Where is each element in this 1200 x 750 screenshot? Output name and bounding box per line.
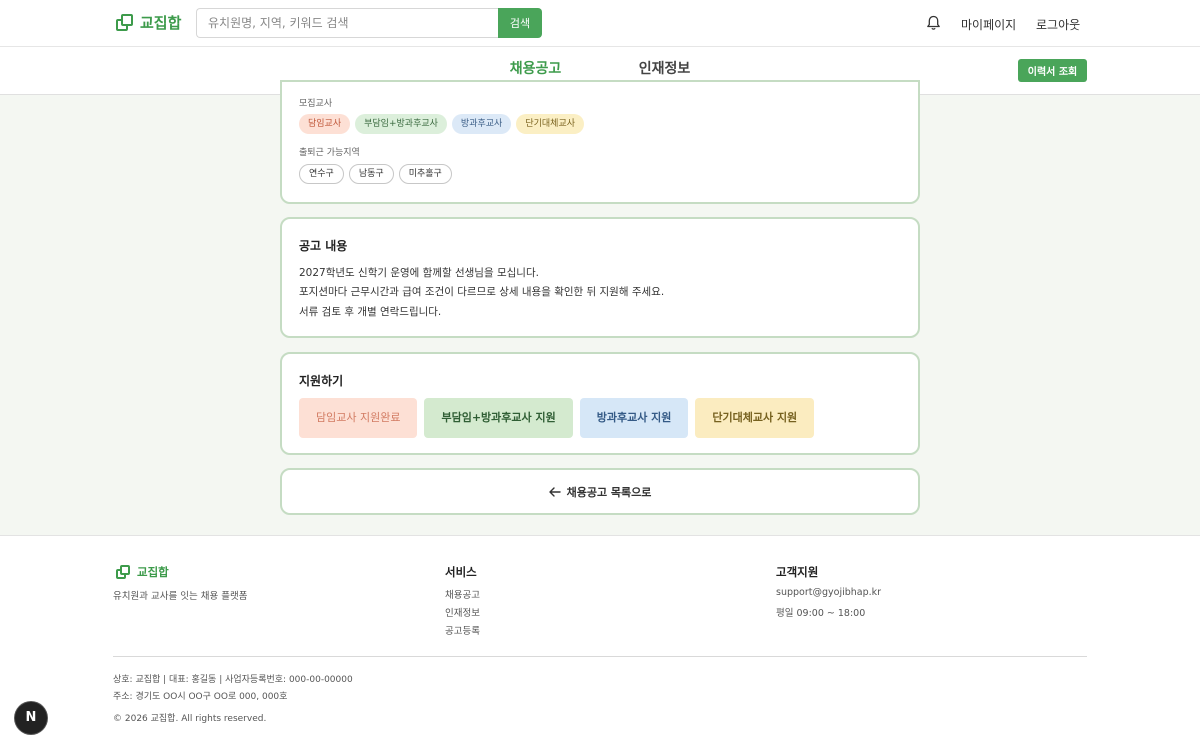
region-chip: 미추홀구: [398, 164, 452, 184]
content-line: 포지션마다 근무시간과 급여 조건이 다르므로 상세 내용을 확인한 뒤 지원해…: [299, 286, 665, 298]
apply-substitute-button[interactable]: 단기대체교사 지원: [695, 398, 815, 438]
apply-card: 지원하기 담임교사 지원완료 부담임+방과후교사 지원 방과후교사 지원 단기대…: [280, 352, 920, 455]
teacher-chip: 단기대체교사: [516, 114, 585, 134]
bell-icon[interactable]: [926, 15, 941, 31]
footer-link-jobs[interactable]: 채용공고: [445, 587, 480, 601]
apply-title: 지원하기: [299, 374, 344, 388]
company-address: 주소: 경기도 OO시 OO구 OO로 000, 000호: [113, 692, 288, 702]
top-header: 교집합 검색 마이페이지 로그아웃: [0, 0, 1200, 47]
search-bar: 검색: [196, 8, 542, 38]
apply-buttons: 담임교사 지원완료 부담임+방과후교사 지원 방과후교사 지원 단기대체교사 지…: [299, 398, 815, 438]
resume-view-button[interactable]: 이력서 조회: [1018, 59, 1087, 82]
logo[interactable]: 교집합: [116, 12, 181, 33]
footer-logo[interactable]: 교집합: [116, 564, 169, 580]
search-button[interactable]: 검색: [498, 8, 542, 38]
content-line: 서류 검토 후 개별 연락드립니다.: [299, 306, 442, 318]
content-line: 2027학년도 신학기 운영에 함께할 선생님을 모십니다.: [299, 267, 539, 279]
region-chips: 연수구 남동구 미추홀구: [299, 164, 452, 184]
footer-tagline: 유치원과 교사를 잇는 채용 플랫폼: [113, 591, 248, 602]
logout-link[interactable]: 로그아웃: [1036, 16, 1080, 33]
logo-icon: [116, 564, 131, 580]
footer-service-title: 서비스: [445, 565, 477, 579]
footer: 교집합 유치원과 교사를 잇는 채용 플랫폼 서비스 채용공고 인재정보 공고등…: [0, 535, 1200, 750]
back-label: 채용공고 목록으로: [566, 485, 652, 499]
logo-text: 교집합: [140, 14, 182, 32]
copyright: © 2026 교집합. All rights reserved.: [113, 714, 267, 724]
nextjs-dev-badge[interactable]: N: [15, 702, 47, 734]
region-chip: 연수구: [299, 164, 344, 184]
footer-logo-text: 교집합: [137, 565, 169, 579]
mypage-link[interactable]: 마이페이지: [961, 16, 1016, 33]
search-input[interactable]: [196, 8, 498, 38]
apply-homeroom-done-button[interactable]: 담임교사 지원완료: [299, 398, 418, 438]
teacher-type-chips: 담임교사 부담임+방과후교사 방과후교사 단기대체교사: [299, 114, 585, 134]
arrow-left-icon: [548, 486, 561, 497]
support-email[interactable]: support@gyojibhap.kr: [776, 587, 881, 598]
job-content-card: 공고 내용 2027학년도 신학기 운영에 함께할 선생님을 모십니다. 포지션…: [280, 217, 920, 338]
teacher-chip: 담임교사: [299, 114, 351, 134]
teacher-chip: 방과후교사: [451, 114, 512, 134]
content-title: 공고 내용: [299, 239, 348, 253]
job-detail-card: 모집교사 담임교사 부담임+방과후교사 방과후교사 단기대체교사 출퇴근 가능지…: [280, 80, 920, 204]
footer-support-title: 고객지원: [776, 565, 819, 579]
teacher-chip: 부담임+방과후교사: [355, 114, 447, 134]
back-link[interactable]: 채용공고 목록으로: [282, 470, 918, 513]
footer-divider: [113, 656, 1087, 657]
support-hours: 평일 09:00 ~ 18:00: [776, 608, 866, 619]
logo-icon: [116, 13, 134, 32]
footer-link-post[interactable]: 공고등록: [445, 623, 480, 637]
region-label: 출퇴근 가능지역: [299, 148, 360, 158]
footer-link-talent[interactable]: 인재정보: [445, 605, 480, 619]
teacher-type-label: 모집교사: [299, 99, 333, 109]
company-info: 상호: 교집합 | 대표: 홍길동 | 사업자등록번호: 000-00-0000…: [113, 675, 353, 685]
apply-assistant-button[interactable]: 부담임+방과후교사 지원: [424, 398, 573, 438]
region-chip: 남동구: [348, 164, 394, 184]
apply-afterschool-button[interactable]: 방과후교사 지원: [579, 398, 689, 438]
back-to-list-button[interactable]: 채용공고 목록으로: [280, 468, 920, 515]
